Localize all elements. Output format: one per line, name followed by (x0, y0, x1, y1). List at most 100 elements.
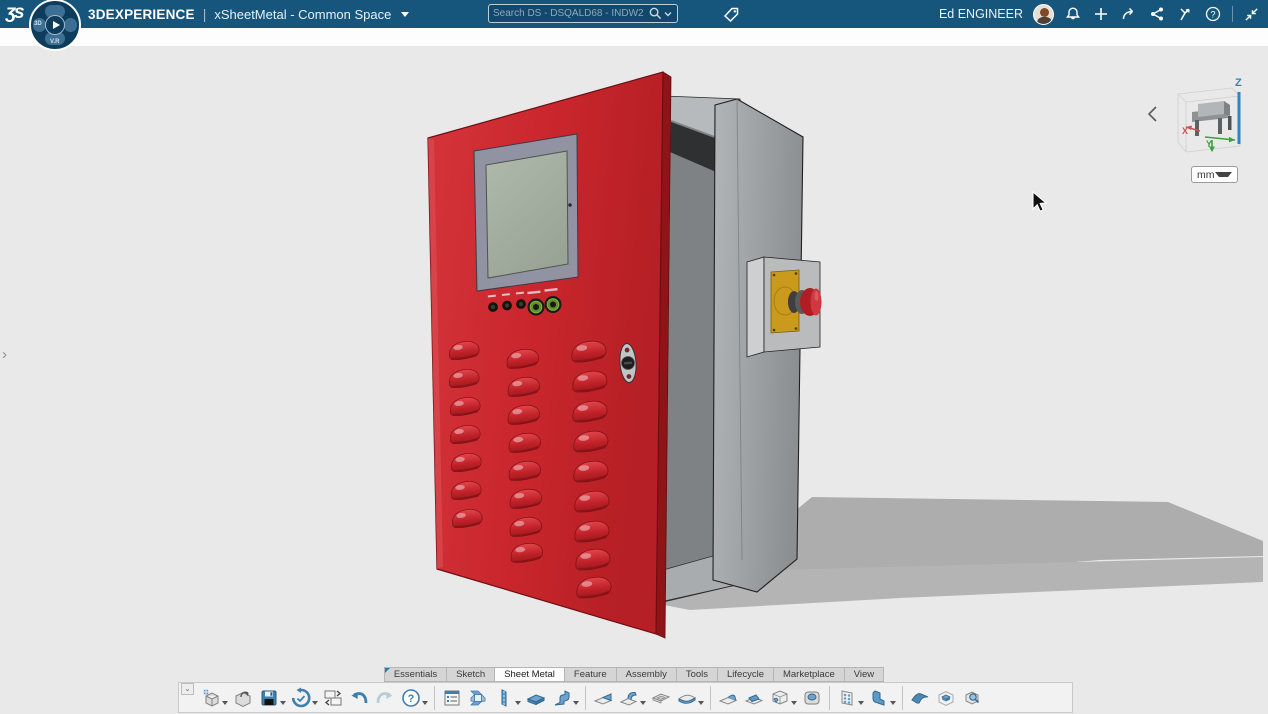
svg-text:Z: Z (1235, 77, 1242, 89)
cabinet-door[interactable] (428, 72, 671, 638)
inspect-icon[interactable] (959, 685, 985, 711)
tab-view[interactable]: View (844, 667, 884, 682)
toolbar-separator (902, 686, 903, 710)
open-icon[interactable] (230, 685, 256, 711)
toolbar-substrip (0, 28, 1268, 46)
toolbar-separator (434, 686, 435, 710)
workspace-title[interactable]: xSheetMetal - Common Space (214, 7, 391, 22)
tab-essentials[interactable]: Essentials (384, 667, 446, 682)
toolbar-group-sheetmetal-2 (590, 685, 706, 711)
share-forward-icon[interactable] (1120, 5, 1138, 23)
bracket-icon[interactable] (866, 685, 892, 711)
svg-text:Y: Y (1206, 139, 1212, 149)
collaboration-icon[interactable] (1176, 5, 1194, 23)
avatar[interactable] (1033, 4, 1054, 25)
update-caret-icon[interactable] (312, 701, 318, 705)
3ds-logo[interactable]: ʒs (6, 2, 23, 24)
emergency-stop-assembly[interactable] (747, 257, 822, 357)
toolbar-group-view (907, 685, 985, 711)
search-input[interactable] (493, 8, 648, 19)
brand-title: 3DEXPERIENCE (88, 7, 195, 22)
tab-sketch[interactable]: Sketch (446, 667, 494, 682)
hmi-screen[interactable] (486, 151, 568, 278)
help-icon[interactable]: ? (1204, 5, 1222, 23)
fold-curve-caret-icon[interactable] (640, 701, 646, 705)
undo-icon[interactable] (346, 685, 372, 711)
save-icon[interactable] (256, 685, 282, 711)
new-part-icon[interactable] (198, 685, 224, 711)
share-network-icon[interactable] (1148, 5, 1166, 23)
help-caret-icon[interactable] (422, 701, 428, 705)
surface-dome-icon[interactable] (674, 685, 700, 711)
swap-representation-icon[interactable] (320, 685, 346, 711)
search-icon[interactable] (648, 6, 663, 21)
stamp-recess-icon[interactable] (648, 685, 674, 711)
tab-assembly[interactable]: Assembly (616, 667, 676, 682)
view-navigation-widget[interactable]: X Y Z (1140, 74, 1260, 158)
bend-icon[interactable] (549, 685, 575, 711)
bracket-caret-icon[interactable] (890, 701, 896, 705)
notification-bell-icon[interactable] (1064, 5, 1082, 23)
compass-widget[interactable]: 3D V.R (29, 0, 81, 51)
help-dropdown-icon[interactable]: ? (398, 685, 424, 711)
cut-flap-icon[interactable] (741, 685, 767, 711)
collapse-window-icon[interactable] (1243, 6, 1260, 23)
tab-tools[interactable]: Tools (676, 667, 717, 682)
add-icon[interactable] (1092, 5, 1110, 23)
unfold-views-icon[interactable] (465, 685, 491, 711)
left-panel-expander-icon[interactable]: › (2, 346, 7, 363)
wall-caret-icon[interactable] (515, 701, 521, 705)
units-dropdown[interactable]: mm (1191, 166, 1238, 183)
toolbar-group-sheetmetal-3 (715, 685, 825, 711)
tab-marketplace[interactable]: Marketplace (773, 667, 844, 682)
workspace-chevron-icon[interactable] (401, 12, 409, 17)
surface-dome-caret-icon[interactable] (698, 701, 704, 705)
fold-up-icon[interactable] (590, 685, 616, 711)
toolbar-separator (585, 686, 586, 710)
redo-icon[interactable] (372, 685, 398, 711)
toolbar-separator (829, 686, 830, 710)
toolbar-separator (710, 686, 711, 710)
corner-relief-icon[interactable] (767, 685, 793, 711)
tab-lifecycle[interactable]: Lifecycle (717, 667, 773, 682)
swept-surface-icon[interactable] (907, 685, 933, 711)
flat-sheet-icon[interactable] (523, 685, 549, 711)
compass-play[interactable] (45, 15, 65, 35)
bounding-box-icon[interactable] (933, 685, 959, 711)
svg-text:?: ? (1210, 9, 1215, 19)
save-caret-icon[interactable] (280, 701, 286, 705)
units-value: mm (1197, 169, 1215, 181)
fold-curve-icon[interactable] (616, 685, 642, 711)
tab-feature[interactable]: Feature (564, 667, 616, 682)
toolbar-group-sheetmetal-1 (439, 685, 581, 711)
compass-east[interactable] (64, 18, 77, 32)
bend-caret-icon[interactable] (573, 701, 579, 705)
ribbon-tabs: Essentials Sketch Sheet Metal Feature As… (0, 667, 1268, 682)
tab-sheet-metal[interactable]: Sheet Metal (494, 667, 564, 682)
toolbar-group-file: ? (198, 685, 430, 711)
toolbar-collapse-icon[interactable]: ⌄ (181, 683, 194, 695)
brand-separator: | (203, 6, 207, 22)
hole-pattern-icon[interactable] (834, 685, 860, 711)
punch-icon[interactable] (799, 685, 825, 711)
svg-text:X: X (1182, 126, 1188, 136)
global-search[interactable] (488, 4, 678, 23)
nav-collapse-chevron-icon[interactable] (1149, 107, 1156, 121)
top-bar: ʒs 3D V.R 3DEXPERIENCE | xSheetMetal - C… (0, 0, 1268, 28)
tag-icon[interactable] (722, 5, 741, 24)
action-toolbar: ⌄ ? (178, 682, 1073, 713)
3d-model-canvas[interactable] (0, 0, 1268, 714)
wall-icon[interactable] (491, 685, 517, 711)
corner-relief-caret-icon[interactable] (791, 701, 797, 705)
units-caret-icon (1215, 172, 1233, 177)
search-options-chevron-icon[interactable] (663, 9, 673, 19)
hole-pattern-caret-icon[interactable] (858, 701, 864, 705)
new-part-caret-icon[interactable] (222, 701, 228, 705)
properties-list-icon[interactable] (439, 685, 465, 711)
update-icon[interactable] (288, 685, 314, 711)
toolbar-group-sheetmetal-4 (834, 685, 898, 711)
topbar-divider (1232, 6, 1233, 22)
user-name[interactable]: Ed ENGINEER (939, 7, 1023, 21)
hem-icon[interactable] (715, 685, 741, 711)
compass-vr-label: V.R (50, 39, 59, 45)
